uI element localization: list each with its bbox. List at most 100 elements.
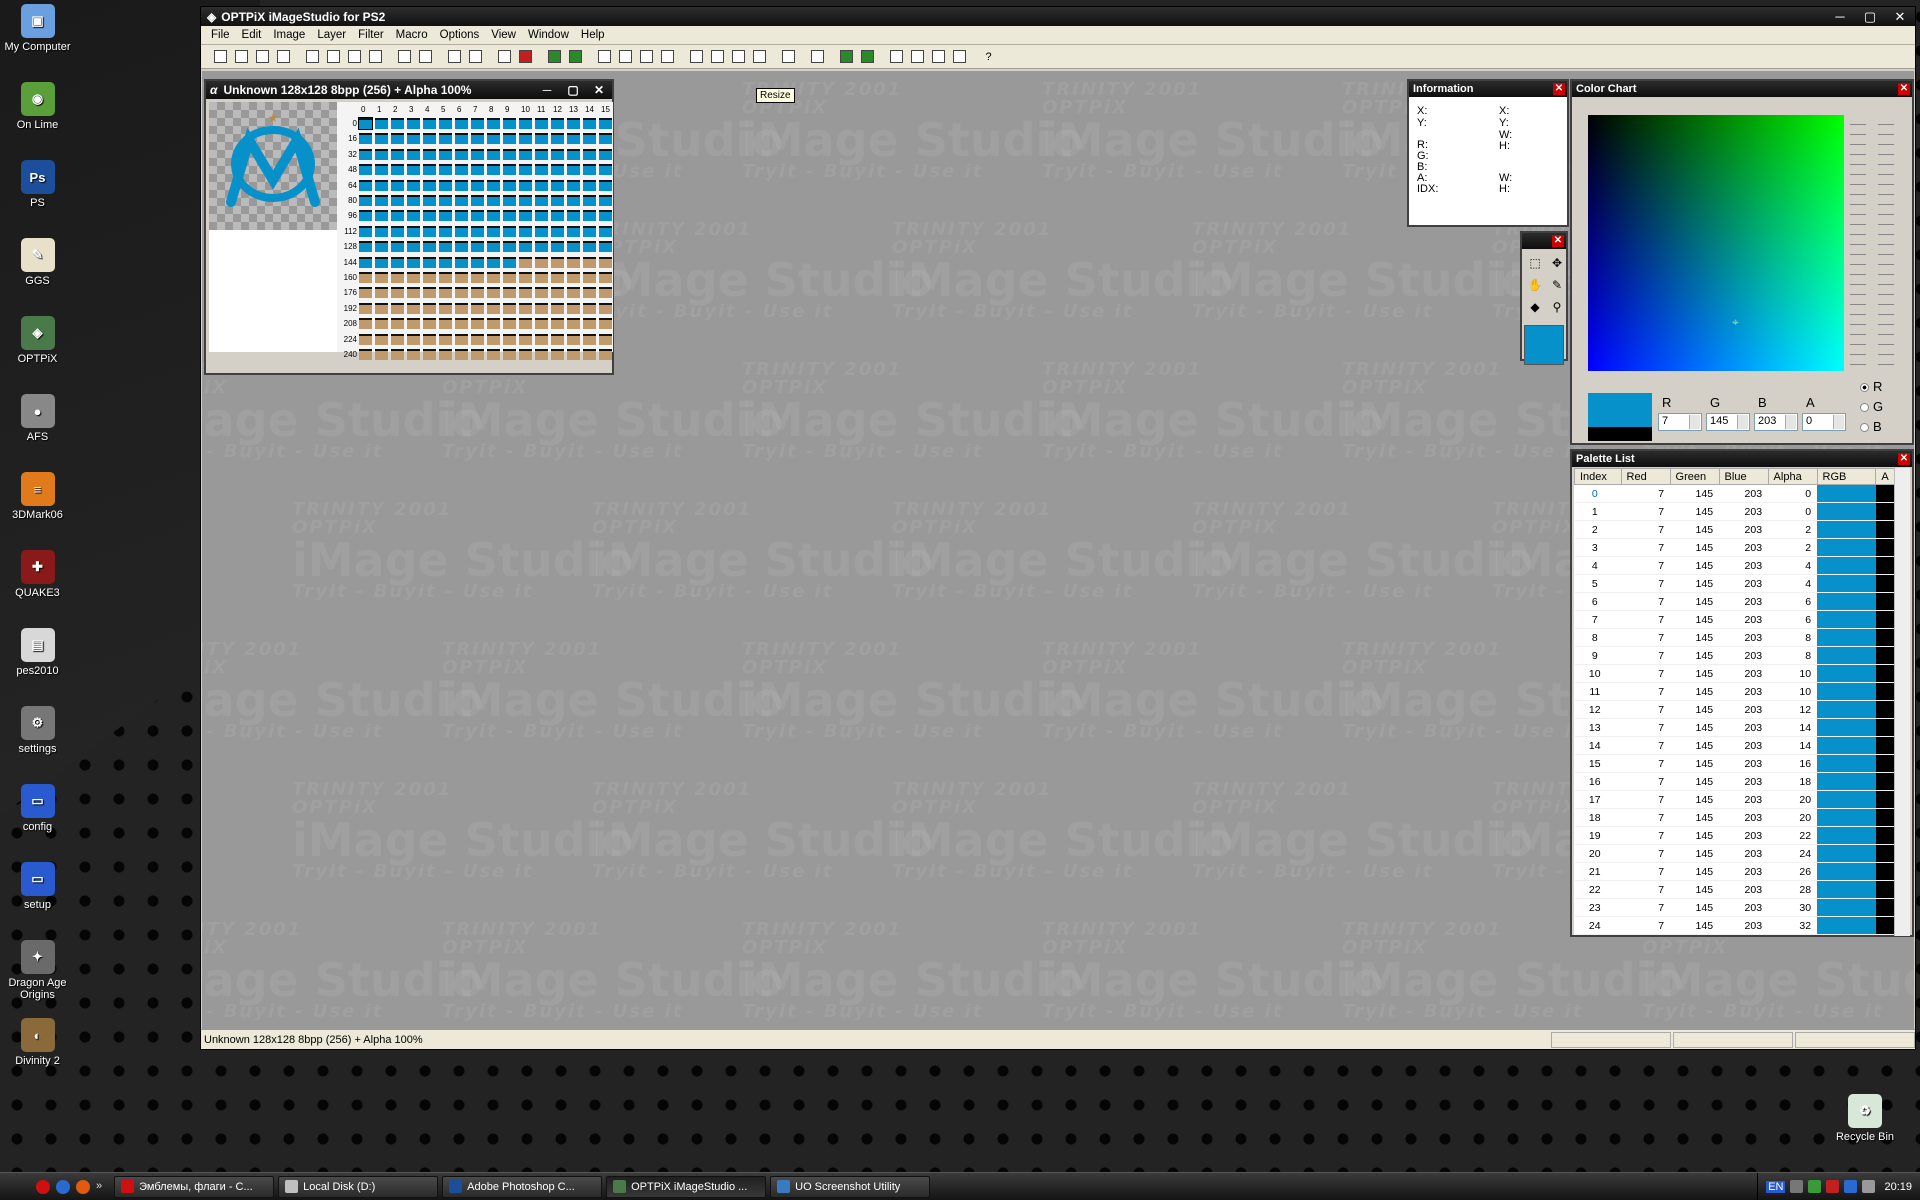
palette-cell[interactable]: [567, 164, 580, 176]
palette-cell[interactable]: [599, 302, 612, 314]
palette-cell[interactable]: [423, 195, 436, 206]
palette-cell[interactable]: [551, 241, 564, 253]
copy-icon[interactable]: [324, 47, 343, 66]
table-row[interactable]: 22 7 145 203 28: [1574, 880, 1896, 899]
palette-cell[interactable]: [471, 148, 484, 160]
palette-cell[interactable]: [503, 287, 516, 299]
table-row[interactable]: 21 7 145 203 26: [1574, 862, 1896, 881]
table-row[interactable]: 7 7 145 203 6: [1574, 610, 1896, 629]
palette-cell[interactable]: [567, 225, 580, 237]
palette-cell[interactable]: [519, 256, 532, 268]
palette-cell[interactable]: [375, 272, 388, 283]
palette-cell[interactable]: [471, 318, 484, 330]
palette-cell[interactable]: [487, 210, 500, 222]
palette-cell[interactable]: [583, 302, 596, 314]
palette-cell[interactable]: [599, 318, 612, 330]
firefox-icon[interactable]: [76, 1179, 90, 1194]
palette-cell[interactable]: [599, 333, 612, 345]
palette-cell[interactable]: [599, 118, 612, 129]
menu-edit[interactable]: Edit: [236, 29, 268, 41]
palette-cell[interactable]: [407, 210, 420, 222]
column-header[interactable]: Index: [1574, 468, 1622, 485]
taskbar-button[interactable]: Эмблемы, флаги - С...: [114, 1175, 275, 1198]
palette-cell[interactable]: [519, 148, 532, 160]
palette-cell[interactable]: [487, 133, 500, 145]
app-titlebar[interactable]: ◈ OPTPiX iMageStudio for PS2 ─ ▢ ✕: [201, 7, 1915, 26]
palette-cell[interactable]: [551, 148, 564, 160]
palette-cell[interactable]: [519, 287, 532, 299]
menu-file[interactable]: File: [205, 29, 236, 41]
table-row[interactable]: 2 7 145 203 2: [1574, 520, 1896, 539]
palette-cell[interactable]: [599, 241, 612, 253]
palette-cell[interactable]: [391, 349, 404, 360]
palette-cell[interactable]: [439, 241, 452, 253]
desktop-icon[interactable]: ✎ GGS: [0, 238, 75, 287]
radio-b[interactable]: B: [1860, 419, 1882, 434]
optpix-app-window[interactable]: ◈ OPTPiX iMageStudio for PS2 ─ ▢ ✕ File E…: [200, 6, 1916, 1050]
palette-cell[interactable]: [599, 256, 612, 268]
palette-cell[interactable]: [375, 302, 388, 314]
palette-cell[interactable]: [455, 118, 468, 129]
red-spinner[interactable]: 7: [1658, 413, 1702, 431]
palette-cell[interactable]: [375, 148, 388, 160]
layer-a-icon[interactable]: [545, 47, 564, 66]
column-header[interactable]: Blue: [1718, 468, 1769, 485]
palette-cell[interactable]: [519, 318, 532, 330]
palette-cell[interactable]: [391, 118, 404, 129]
table-row[interactable]: 0 7 145 203 0: [1574, 484, 1896, 503]
palette-icon[interactable]: [779, 47, 798, 66]
palette-cell[interactable]: [487, 148, 500, 160]
palette-cell[interactable]: [551, 333, 564, 345]
palette-cell[interactable]: [359, 225, 372, 237]
palette-cell[interactable]: [423, 148, 436, 160]
palette-cell[interactable]: [359, 287, 372, 299]
palette-cell[interactable]: [471, 302, 484, 314]
palette-cell[interactable]: [487, 318, 500, 330]
help-icon[interactable]: ?: [979, 47, 998, 66]
radio-g[interactable]: G: [1860, 399, 1883, 414]
palette-cell[interactable]: [503, 164, 516, 176]
palette-cell[interactable]: [471, 333, 484, 345]
palette-cell[interactable]: [599, 349, 612, 360]
menu-filter[interactable]: Filter: [352, 29, 390, 41]
palette-cell[interactable]: [423, 272, 436, 283]
palette-cell[interactable]: [391, 133, 404, 145]
palette-cell[interactable]: [599, 195, 612, 206]
palette-cell[interactable]: [375, 164, 388, 176]
palette-cell[interactable]: [375, 195, 388, 206]
palette-cell[interactable]: [551, 302, 564, 314]
palette-cell[interactable]: [583, 118, 596, 129]
crop-icon[interactable]: [708, 47, 727, 66]
cut-icon[interactable]: [303, 47, 322, 66]
palette-cell[interactable]: [391, 195, 404, 206]
radio-r[interactable]: R: [1860, 379, 1882, 394]
palette-cell[interactable]: [519, 302, 532, 314]
table-row[interactable]: 11 7 145 203 10: [1574, 682, 1896, 701]
table-row[interactable]: 16 7 145 203 18: [1574, 772, 1896, 791]
palette-cell[interactable]: [407, 225, 420, 237]
palette-cell[interactable]: [423, 179, 436, 191]
palette-cell[interactable]: [599, 225, 612, 237]
palette-cell[interactable]: [487, 333, 500, 345]
palette-cell[interactable]: [583, 318, 596, 330]
view-d-icon[interactable]: [950, 47, 969, 66]
desktop-icon[interactable]: ✚ QUAKE3: [0, 550, 75, 599]
close-icon[interactable]: ✕: [1898, 453, 1910, 465]
palette-cell[interactable]: [503, 133, 516, 145]
palette-cell[interactable]: [535, 272, 548, 283]
column-header[interactable]: RGB: [1816, 468, 1877, 485]
palette-cell[interactable]: [359, 256, 372, 268]
palette-cell[interactable]: [423, 318, 436, 330]
palette-cell[interactable]: [567, 349, 580, 360]
palette-cell[interactable]: [487, 272, 500, 283]
palette-cell[interactable]: [439, 210, 452, 222]
palette-cell[interactable]: [519, 195, 532, 206]
palette-cell[interactable]: [359, 241, 372, 253]
palette-cell[interactable]: [551, 133, 564, 145]
table-row[interactable]: 5 7 145 203 4: [1574, 574, 1896, 593]
palette-cell[interactable]: [471, 225, 484, 237]
palette-cell[interactable]: [551, 225, 564, 237]
palette-cell[interactable]: [503, 349, 516, 360]
palette-cell[interactable]: [583, 164, 596, 176]
save-icon[interactable]: [253, 47, 272, 66]
